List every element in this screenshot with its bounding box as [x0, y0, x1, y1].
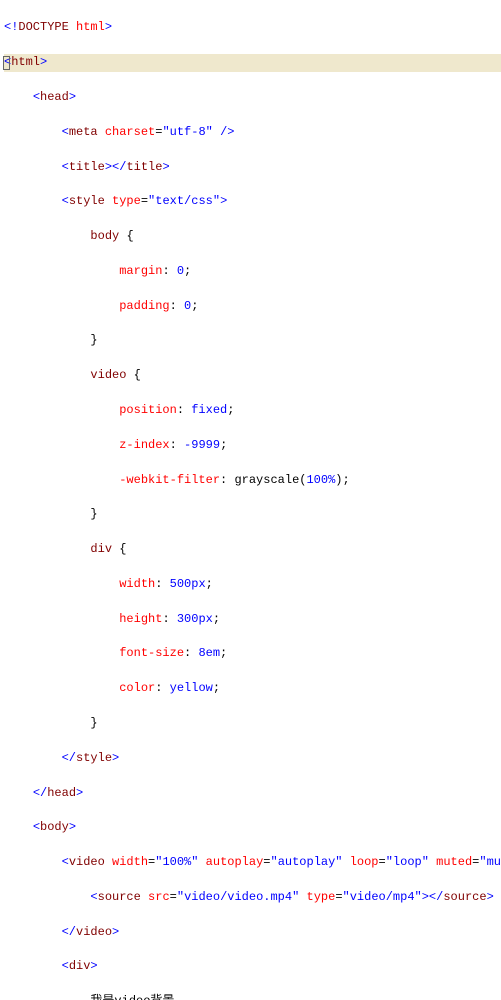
code-line: height: 300px;: [4, 611, 501, 628]
code-line-active: <html>: [4, 54, 501, 71]
code-line: 我是video背景: [4, 993, 501, 1000]
code-line: z-index: -9999;: [4, 437, 501, 454]
code-line: }: [4, 506, 501, 523]
code-line: video {: [4, 367, 501, 384]
code-line: </style>: [4, 750, 501, 767]
code-line: <video width="100%" autoplay="autoplay" …: [4, 854, 501, 871]
code-line: font-size: 8em;: [4, 645, 501, 662]
code-line: <head>: [4, 89, 501, 106]
code-line: <!DOCTYPE html>: [4, 19, 501, 36]
code-line: margin: 0;: [4, 263, 501, 280]
code-line: <style type="text/css">: [4, 193, 501, 210]
code-line: div {: [4, 541, 501, 558]
code-line: }: [4, 715, 501, 732]
code-line: width: 500px;: [4, 576, 501, 593]
code-line: <title></title>: [4, 159, 501, 176]
code-line: -webkit-filter: grayscale(100%);: [4, 472, 501, 489]
code-line: <source src="video/video.mp4" type="vide…: [4, 889, 501, 906]
code-line: </video>: [4, 924, 501, 941]
code-editor[interactable]: <!DOCTYPE html> <html> <head> <meta char…: [0, 0, 501, 1000]
code-line: padding: 0;: [4, 298, 501, 315]
code-line: <body>: [4, 819, 501, 836]
code-line: </head>: [4, 785, 501, 802]
code-line: body {: [4, 228, 501, 245]
code-line: color: yellow;: [4, 680, 501, 697]
code-line: <meta charset="utf-8" />: [4, 124, 501, 141]
code-line: <div>: [4, 958, 501, 975]
text-cursor: [3, 56, 10, 70]
code-line: }: [4, 332, 501, 349]
code-line: position: fixed;: [4, 402, 501, 419]
